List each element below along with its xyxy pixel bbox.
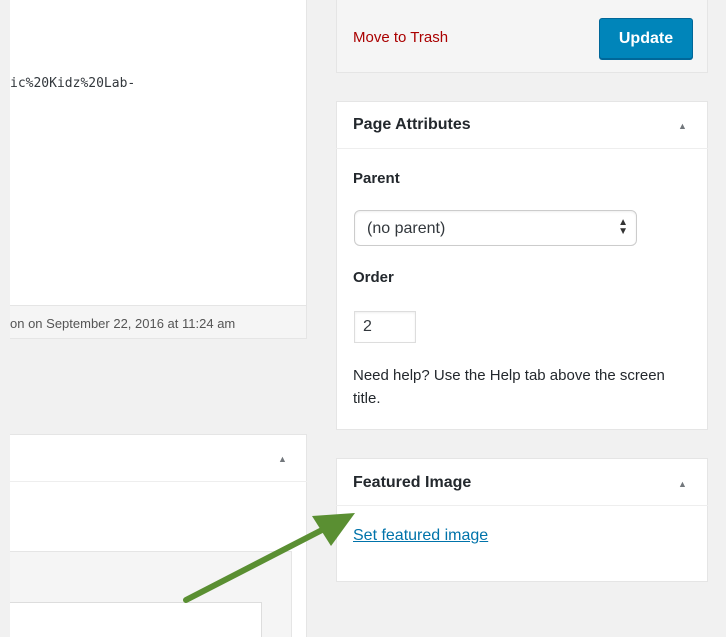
green-pointer-arrow-icon xyxy=(183,513,355,603)
